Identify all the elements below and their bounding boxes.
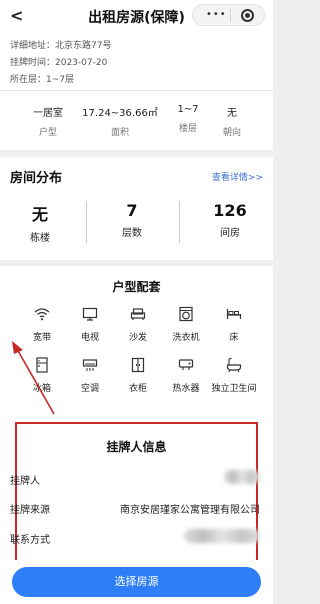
dist-label: 层数: [122, 228, 142, 239]
stats-row: 一居室 户型 17.24~36.66㎡ 面积 1~7 楼层 无 朝向: [0, 104, 273, 144]
amenity-sofa: 沙发: [114, 306, 162, 343]
amenity-label: 热水器: [172, 384, 200, 394]
redacted-name: [224, 470, 260, 484]
address-line: 详细地址：北京东路77号: [10, 41, 112, 51]
stat-value: 一居室: [33, 108, 63, 119]
tv-icon: [82, 307, 98, 321]
row-key: 挂牌来源: [10, 505, 50, 516]
amenity-bed: 床: [210, 306, 258, 343]
dist-label: 间房: [220, 228, 240, 239]
view-details-link[interactable]: 查看详情>>: [212, 170, 263, 183]
amenity-label: 沙发: [128, 333, 147, 343]
divider: [0, 90, 273, 91]
redacted-phone[interactable]: [184, 529, 260, 543]
divider: [86, 201, 87, 243]
listing-time-line: 挂牌时间：2023-07-20: [10, 58, 108, 68]
floor-line: 所在层：1~7层: [10, 75, 74, 85]
amenity-washer: 洗衣机: [162, 306, 210, 343]
wifi-icon: [34, 308, 50, 321]
divider: [179, 201, 180, 243]
amenity-wardrobe: 衣柜: [114, 357, 162, 394]
wardrobe-icon: [131, 357, 145, 373]
amenity-label: 独立卫生间: [211, 384, 257, 394]
section-title: 户型配套: [112, 280, 161, 294]
section-title: 挂牌人信息: [106, 440, 167, 454]
select-listing-button[interactable]: 选择房源: [12, 567, 261, 597]
dist-buildings: 无 栋楼: [0, 201, 80, 244]
sofa-icon: [130, 308, 146, 320]
nav-bar: < 出租房源(保障) •••: [0, 0, 273, 32]
stat-orientation: 无 朝向: [192, 104, 272, 138]
section-title: 房间分布: [10, 171, 63, 186]
amenity-label: 宽带: [32, 333, 51, 343]
row-value: 南京安居瑾家公寓管理有限公司: [120, 505, 260, 516]
amenity-label: 电视: [80, 333, 99, 343]
row-key: 挂牌人: [10, 476, 40, 487]
more-dots-icon[interactable]: •••: [206, 9, 227, 20]
stat-label: 户型: [38, 128, 57, 138]
bathroom-icon: [226, 357, 242, 373]
dist-value: 7: [126, 201, 138, 220]
amenity-tv: 电视: [66, 306, 114, 343]
stat-label: 朝向: [222, 128, 241, 138]
amenity-bathroom: 独立卫生间: [210, 357, 258, 394]
bed-icon: [226, 309, 242, 319]
dist-value: 无: [31, 205, 48, 224]
water-heater-icon: [178, 359, 194, 370]
stat-room-type: 一居室 户型: [8, 104, 88, 138]
amenity-ac: 空调: [66, 357, 114, 394]
amenity-label: 床: [229, 333, 239, 343]
amenity-label: 冰箱: [32, 384, 51, 394]
row-key: 联系方式: [10, 535, 50, 546]
mini-program-capsule: •••: [192, 4, 265, 26]
fridge-icon: [36, 357, 48, 373]
capsule-divider: [230, 9, 231, 22]
page: < 出租房源(保障) ••• 详细地址：北京东路77号 挂牌时间：2023-07…: [0, 0, 273, 604]
lister-info: 挂牌人信息 挂牌人 挂牌来源 南京安居瑾家公寓管理有限公司 联系方式: [0, 422, 273, 570]
dist-rooms: 126 间房: [190, 201, 270, 239]
dist-value: 126: [213, 201, 247, 220]
dist-floors: 7 层数: [92, 201, 172, 239]
amenity-water-heater: 热水器: [162, 357, 210, 394]
amenity-label: 空调: [80, 384, 99, 394]
amenity-label: 洗衣机: [172, 333, 200, 343]
room-distribution: 房间分布 查看详情>> 无 栋楼 7 层数 126 间房: [0, 157, 273, 260]
stat-value: 无: [227, 108, 237, 119]
dist-label: 栋楼: [30, 233, 50, 244]
close-circle-icon[interactable]: [241, 9, 254, 22]
bottom-bar: 选择房源: [0, 560, 273, 604]
listing-info: 详细地址：北京东路77号 挂牌时间：2023-07-20 所在层：1~7层 一居…: [0, 32, 273, 150]
air-conditioner-icon: [82, 359, 98, 371]
amenity-label: 衣柜: [128, 384, 147, 394]
amenities-section: 户型配套 宽带 电视 沙发 洗衣机 床 冰箱 空调 衣柜 热水器 独立卫生间: [0, 266, 273, 422]
washing-machine-icon: [179, 306, 193, 322]
amenity-fridge: 冰箱: [18, 357, 66, 394]
amenity-broadband: 宽带: [18, 306, 66, 343]
